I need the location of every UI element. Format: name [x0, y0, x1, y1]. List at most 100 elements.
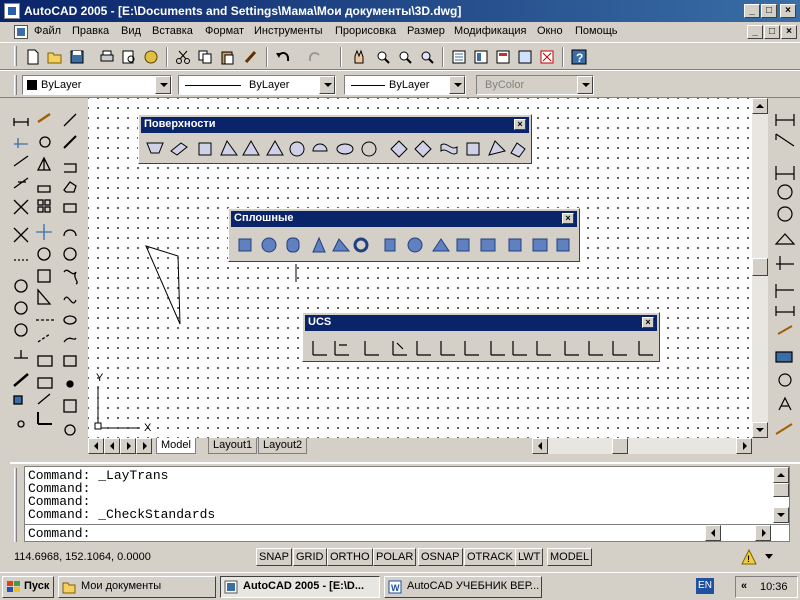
language-indicator[interactable]: EN — [696, 578, 714, 594]
hscroll-left-button[interactable] — [532, 438, 548, 454]
close-icon[interactable]: × — [642, 317, 654, 328]
tab-layout2[interactable]: Layout2 — [258, 438, 308, 454]
document-icon[interactable] — [14, 25, 28, 39]
scroll-up-button[interactable] — [752, 98, 768, 114]
tool-palettes-icon[interactable] — [492, 46, 514, 68]
taskbar-item-my-documents[interactable]: Мои документы — [58, 576, 216, 598]
new-icon[interactable] — [22, 46, 44, 68]
match-properties-icon[interactable] — [240, 46, 262, 68]
markup-icon[interactable] — [536, 46, 558, 68]
cmd-scroll-up-button[interactable] — [773, 467, 789, 483]
model-toggle[interactable]: MODEL — [547, 548, 593, 566]
sheet-set-icon[interactable] — [514, 46, 536, 68]
solids-icons[interactable] — [233, 233, 577, 257]
surfaces-icons[interactable] — [143, 137, 529, 161]
tray-expand-icon[interactable]: « — [741, 580, 747, 592]
grid-toggle[interactable]: GRID — [293, 548, 327, 566]
prev-tab-icon[interactable] — [104, 438, 120, 454]
menu-file[interactable]: Файл — [34, 25, 61, 37]
save-icon[interactable] — [66, 46, 88, 68]
taskbar-item-word[interactable]: W AutoCAD УЧЕБНИК ВЕР... — [384, 576, 542, 598]
hscroll-thumb[interactable] — [612, 438, 628, 454]
start-button[interactable]: Пуск — [2, 576, 54, 598]
open-icon[interactable] — [44, 46, 66, 68]
last-tab-icon[interactable] — [136, 438, 152, 454]
copy-icon[interactable] — [194, 46, 216, 68]
first-tab-icon[interactable] — [88, 438, 104, 454]
pan-realtime-icon[interactable] — [348, 46, 370, 68]
menu-edit[interactable]: Правка — [72, 25, 109, 37]
cmd-scroll-down-button[interactable] — [773, 507, 789, 523]
coordinate-readout[interactable]: 114.6968, 152.1064, 0.0000 — [14, 551, 151, 563]
menu-insert[interactable]: Вставка — [152, 25, 193, 37]
undo-icon[interactable] — [272, 46, 294, 68]
cmd-hscroll-right-button[interactable] — [755, 525, 771, 541]
menu-tools[interactable]: Инструменты — [254, 25, 323, 37]
autocad-app-icon[interactable] — [4, 3, 20, 19]
cut-icon[interactable] — [172, 46, 194, 68]
ucs-icons[interactable] — [307, 335, 657, 359]
hscroll-right-button[interactable] — [736, 438, 752, 454]
zoom-window-icon[interactable] — [394, 46, 416, 68]
ortho-toggle[interactable]: ORTHO — [327, 548, 373, 566]
properties-icon[interactable] — [448, 46, 470, 68]
menu-draw[interactable]: Прорисовка — [335, 25, 396, 37]
menu-view[interactable]: Вид — [121, 25, 141, 37]
ucs-toolbar[interactable]: UCS × — [302, 312, 660, 362]
toolbar-grip[interactable] — [14, 46, 17, 66]
drawing-area[interactable]: Y X Поверхности × Сплошные × UCS × — [88, 98, 752, 438]
menu-dimension[interactable]: Размер — [407, 25, 445, 37]
scroll-down-button[interactable] — [752, 422, 768, 438]
drawing-vscrollbar[interactable] — [752, 98, 768, 438]
close-icon[interactable]: × — [562, 213, 574, 224]
scroll-thumb[interactable] — [752, 258, 768, 276]
layer-control[interactable]: ByLayer — [22, 75, 172, 95]
doc-minimize-button[interactable]: _ — [747, 25, 763, 39]
design-center-icon[interactable] — [470, 46, 492, 68]
surfaces-title-bar[interactable]: Поверхности × — [141, 117, 529, 133]
taskbar-item-autocad[interactable]: AutoCAD 2005 - [E:\D... — [220, 576, 380, 598]
publish-icon[interactable] — [140, 46, 162, 68]
menu-window[interactable]: Окно — [537, 25, 563, 37]
ucs-title-bar[interactable]: UCS × — [305, 315, 657, 331]
solids-toolbar[interactable]: Сплошные × — [228, 208, 580, 262]
command-window[interactable]: Command: _LayTrans Command: Command: Com… — [24, 466, 790, 542]
next-tab-icon[interactable] — [120, 438, 136, 454]
zoom-realtime-icon[interactable] — [372, 46, 394, 68]
lineweight-control[interactable]: ByLayer — [344, 75, 466, 95]
command-window-grip[interactable] — [14, 468, 17, 542]
close-button[interactable]: × — [780, 4, 796, 18]
doc-restore-button[interactable]: □ — [764, 25, 780, 39]
cmd-hscroll-left-button[interactable] — [705, 525, 721, 541]
maximize-button[interactable]: □ — [761, 4, 777, 18]
osnap-toggle[interactable]: OSNAP — [418, 548, 463, 566]
cmd-scroll-thumb[interactable] — [773, 483, 789, 497]
tab-model[interactable]: Model — [156, 438, 196, 454]
snap-toggle[interactable]: SNAP — [256, 548, 292, 566]
plot-preview-icon[interactable] — [118, 46, 140, 68]
surfaces-toolbar[interactable]: Поверхности × — [138, 114, 532, 164]
chevron-down-icon[interactable] — [155, 76, 171, 94]
print-icon[interactable] — [96, 46, 118, 68]
zoom-previous-icon[interactable] — [416, 46, 438, 68]
help-icon[interactable]: ? — [568, 46, 590, 68]
chevron-down-icon[interactable] — [449, 76, 465, 94]
doc-close-button[interactable]: × — [781, 25, 797, 39]
clock[interactable]: 10:36 — [760, 581, 788, 593]
command-prompt[interactable]: Command: — [28, 526, 90, 541]
left-toolbar-icons[interactable] — [8, 104, 88, 454]
paste-icon[interactable] — [216, 46, 238, 68]
chevron-down-icon[interactable] — [764, 553, 774, 561]
redo-icon[interactable] — [304, 46, 326, 68]
menu-modify[interactable]: Модификация — [454, 25, 527, 37]
otrack-toggle[interactable]: OTRACK — [464, 548, 516, 566]
chevron-down-icon[interactable] — [319, 76, 335, 94]
lwt-toggle[interactable]: LWT — [515, 548, 544, 566]
close-icon[interactable]: × — [514, 119, 526, 130]
polar-toggle[interactable]: POLAR — [373, 548, 417, 566]
solids-title-bar[interactable]: Сплошные × — [231, 211, 577, 227]
menu-help[interactable]: Помощь — [575, 25, 618, 37]
right-toolbar-icons[interactable] — [770, 104, 800, 454]
minimize-button[interactable]: _ — [744, 4, 760, 18]
menu-format[interactable]: Формат — [205, 25, 244, 37]
